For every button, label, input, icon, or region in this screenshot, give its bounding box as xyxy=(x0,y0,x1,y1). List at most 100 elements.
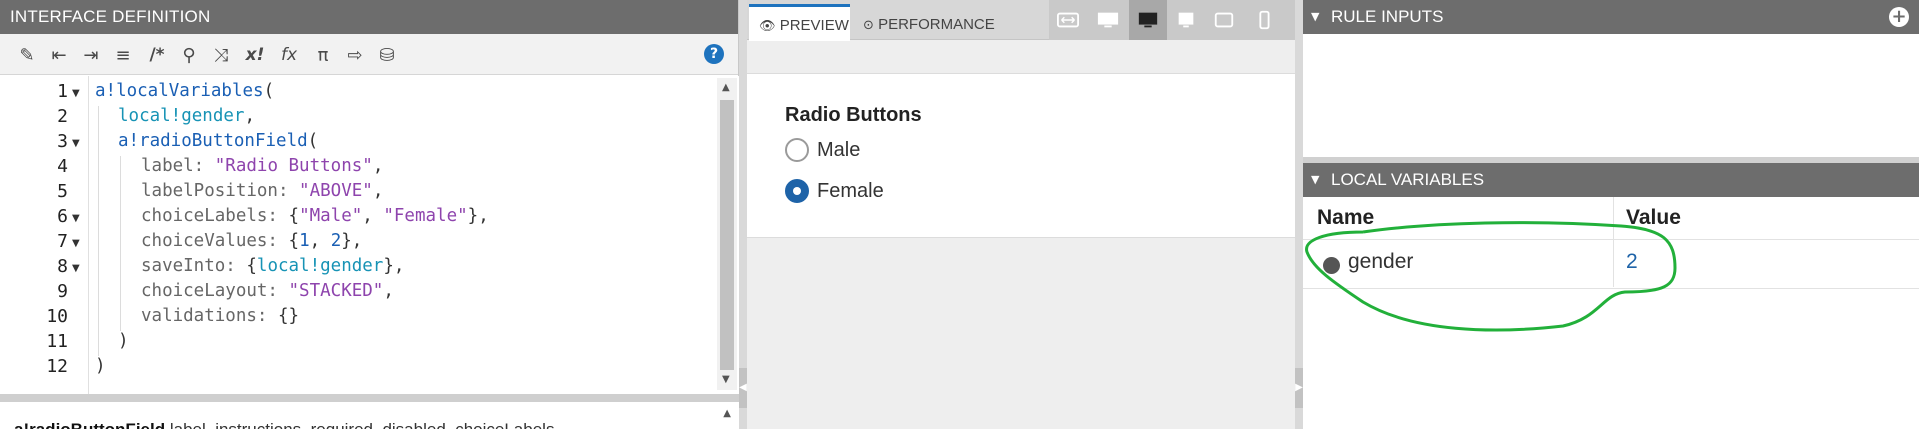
preview-tabbar: 👁 PREVIEW ⊙ PERFORMANCE xyxy=(747,0,1295,41)
scroll-up-arrow-icon[interactable]: ▲ xyxy=(722,82,730,93)
small-desktop-icon[interactable] xyxy=(1167,0,1205,40)
code-token: } xyxy=(383,256,394,276)
pi-icon[interactable]: π xyxy=(310,42,336,68)
radio-field-label: Radio Buttons xyxy=(785,104,922,126)
outdent-icon[interactable]: ⇤ xyxy=(46,42,72,68)
fold-arrow-icon[interactable]: ▼ xyxy=(72,138,80,149)
code-token: ) xyxy=(95,356,106,376)
code-token: "STACKED" xyxy=(288,281,384,301)
wide-desktop-icon[interactable] xyxy=(1089,0,1127,40)
magic-wand-icon[interactable]: ✎ xyxy=(14,42,40,68)
radio-option-label: Male xyxy=(817,138,861,161)
phone-icon[interactable] xyxy=(1245,0,1283,40)
fold-arrow-icon[interactable]: ▼ xyxy=(72,213,80,224)
column-divider xyxy=(1613,197,1614,287)
table-divider xyxy=(1303,288,1919,289)
code-token: { xyxy=(288,206,300,226)
scrollbar-thumb[interactable] xyxy=(720,100,734,370)
fold-arrow-icon[interactable]: ▼ xyxy=(72,88,80,99)
code-token: local!gender xyxy=(256,256,384,276)
variables-pane: ▼ RULE INPUTS + ▼ LOCAL VARIABLES Name V… xyxy=(1303,0,1919,429)
shuffle-icon[interactable]: ⤨ xyxy=(208,42,234,68)
code-token: , xyxy=(372,181,384,201)
code-token: , xyxy=(393,256,405,276)
line-number: 12 xyxy=(46,356,68,377)
editor-vertical-scrollbar[interactable]: ▲ ▼ xyxy=(717,78,737,390)
variable-value[interactable]: 2 xyxy=(1626,250,1638,274)
code-token: choiceLayout: xyxy=(141,281,289,301)
code-token: , xyxy=(372,156,384,176)
tab-performance-label: PERFORMANCE xyxy=(878,16,995,33)
desktop-icon[interactable] xyxy=(1129,0,1167,40)
help-icon[interactable]: ? xyxy=(704,44,724,64)
code-token: saveInto: xyxy=(141,256,247,276)
left-pane-splitter[interactable]: ◀ xyxy=(739,0,747,429)
eye-icon: 👁 xyxy=(759,19,776,34)
tab-performance[interactable]: ⊙ PERFORMANCE xyxy=(855,4,1035,40)
collapse-triangle-icon[interactable]: ▼ xyxy=(1311,0,1319,34)
expression-icon[interactable]: x! xyxy=(242,42,268,68)
code-line: choiceLabels: {"Male", "Female"}, xyxy=(141,206,489,226)
line-number: 3 xyxy=(57,131,68,152)
code-line: a!localVariables( xyxy=(95,81,274,101)
indent-guide xyxy=(98,106,99,356)
tab-preview-label: PREVIEW xyxy=(779,17,849,34)
local-variables-header[interactable]: ▼ LOCAL VARIABLES xyxy=(1303,163,1919,197)
code-token: a!radioButtonField xyxy=(118,131,308,151)
line-number: 4 xyxy=(57,156,68,177)
code-token: labelPosition: xyxy=(141,181,300,201)
tablet-icon[interactable] xyxy=(1205,0,1243,40)
code-token: "ABOVE" xyxy=(299,181,373,201)
indent-guide xyxy=(120,156,121,331)
comment-icon[interactable]: /* xyxy=(144,42,170,68)
function-doc-text: a!radioButtonField label, instructions, … xyxy=(14,420,559,429)
code-token: 1 xyxy=(299,231,310,251)
format-icon[interactable]: ≡ xyxy=(110,42,136,68)
fit-width-icon[interactable] xyxy=(1049,0,1087,40)
code-token: , xyxy=(478,206,489,226)
line-number: 6 xyxy=(57,206,68,227)
function-icon[interactable]: fx xyxy=(276,42,302,68)
export-icon[interactable]: ⇨ xyxy=(342,42,368,68)
device-selector xyxy=(1049,0,1295,40)
database-search-icon[interactable]: ⛁ xyxy=(374,42,400,68)
code-token: a!localVariables xyxy=(95,81,264,101)
code-token: } xyxy=(341,231,352,251)
line-number: 1 xyxy=(57,81,68,102)
app-root: INTERFACE DEFINITION ✎ ⇤ ⇥ ≡ /* ⚲ ⤨ x! f… xyxy=(0,0,1919,429)
fold-arrow-icon[interactable]: ▼ xyxy=(72,238,80,249)
radio-unchecked-icon[interactable] xyxy=(785,138,809,162)
code-line: choiceLayout: "STACKED", xyxy=(141,281,394,301)
code-token: , xyxy=(383,281,394,301)
tab-preview[interactable]: 👁 PREVIEW xyxy=(749,4,850,41)
scroll-down-arrow-icon[interactable]: ▼ xyxy=(722,374,730,385)
radio-option-label: Female xyxy=(817,179,884,202)
line-number: 2 xyxy=(57,106,68,127)
fold-arrow-icon[interactable]: ▼ xyxy=(72,263,80,274)
collapse-left-arrow-icon[interactable]: ◀ xyxy=(739,368,747,408)
add-rule-input-icon[interactable]: + xyxy=(1889,7,1909,27)
rule-inputs-header[interactable]: ▼ RULE INPUTS + xyxy=(1303,0,1919,34)
search-icon[interactable]: ⚲ xyxy=(176,42,202,68)
variable-name[interactable]: gender xyxy=(1348,250,1413,274)
collapse-right-arrow-icon[interactable]: ▶ xyxy=(1295,368,1303,408)
editor-toolbar: ✎ ⇤ ⇥ ≡ /* ⚲ ⤨ x! fx π ⇨ ⛁ ? xyxy=(0,34,738,75)
preview-card: Radio Buttons Male Female xyxy=(747,73,1295,238)
collapse-triangle-icon[interactable]: ▼ xyxy=(1311,163,1319,197)
code-editor[interactable]: 1 2 3 4 5 6 7 8 9 10 11 12 ▼ ▼ ▼ ▼ ▼ a!l… xyxy=(0,76,739,394)
function-doc-panel: a!radioButtonField label, instructions, … xyxy=(0,402,739,429)
right-pane-splitter[interactable]: ▶ xyxy=(1295,0,1303,429)
radio-option-male[interactable]: Male xyxy=(785,137,860,163)
radio-checked-icon[interactable] xyxy=(785,179,809,203)
column-header-name: Name xyxy=(1317,206,1375,229)
local-variables-title: LOCAL VARIABLES xyxy=(1331,170,1485,189)
code-token: ( xyxy=(307,131,319,151)
radio-option-female[interactable]: Female xyxy=(785,178,884,204)
editor-horizontal-splitter[interactable] xyxy=(0,394,739,402)
indent-icon[interactable]: ⇥ xyxy=(78,42,104,68)
code-line: label: "Radio Buttons", xyxy=(141,156,383,176)
scroll-up-arrow-icon[interactable]: ▲ xyxy=(723,408,731,419)
code-line: ) xyxy=(95,356,106,376)
code-line: labelPosition: "ABOVE", xyxy=(141,181,383,201)
code-line: choiceValues: {1, 2}, xyxy=(141,231,362,251)
